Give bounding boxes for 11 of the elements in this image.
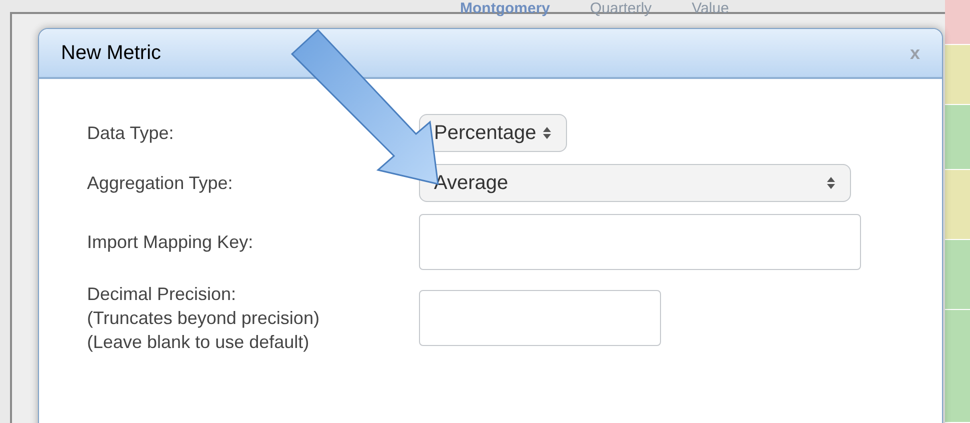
field-label: Import Mapping Key: — [87, 231, 254, 254]
field-label: Decimal Precision: (Truncates beyond precision) (Leave blank to use default) — [87, 283, 320, 354]
select-dropdown[interactable]: Percentage — [419, 114, 568, 152]
dialog-title: New Metric — [61, 41, 162, 66]
updown-caret-icon — [826, 176, 836, 190]
input-field[interactable] — [419, 290, 661, 346]
select-dropdown[interactable]: Average — [419, 164, 851, 202]
input-field[interactable] — [419, 214, 861, 270]
field-label: Aggregation Type: — [87, 172, 234, 195]
field-label: Data Type: — [87, 122, 175, 145]
updown-caret-icon — [542, 126, 552, 140]
